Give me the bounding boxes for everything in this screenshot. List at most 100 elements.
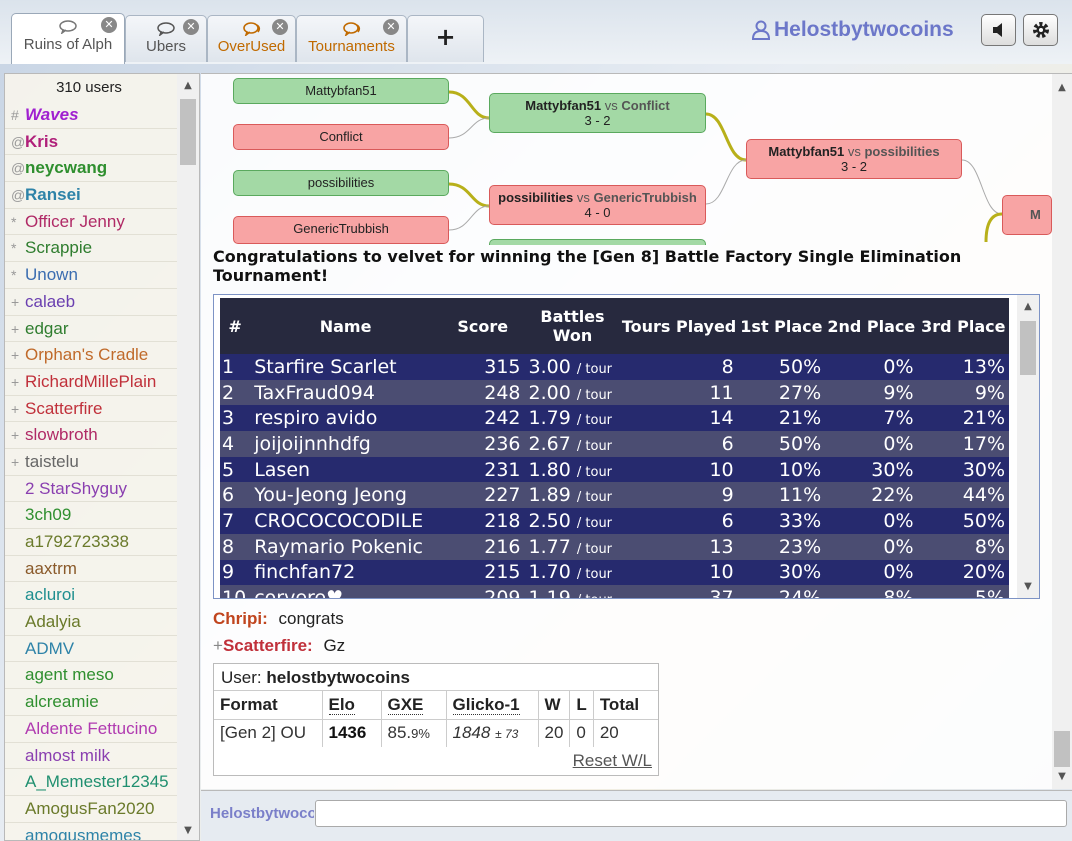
leaderboard-row: 4 joijoijnnhdfg 236 2.67 / tour 6 50% 0% 17% — [220, 431, 1009, 457]
leaderboard-cell-name: corvere♥ — [250, 585, 441, 598]
bracket-match-final[interactable]: M — [1002, 195, 1052, 235]
user-list-item[interactable]: + calaeb — [5, 289, 177, 316]
per-tour-unit: / tour — [576, 387, 613, 403]
leaderboard-cell-tours: 6 — [620, 508, 738, 534]
leaderboard-cell-rank: 7 — [220, 508, 251, 534]
scroll-up-icon[interactable]: ▲ — [1052, 82, 1072, 93]
bracket-player-mattybfan51[interactable]: Mattybfan51 — [233, 78, 449, 104]
sound-button[interactable] — [981, 14, 1016, 46]
user-list-item[interactable]: @neycwang — [5, 155, 177, 183]
leaderboard-cell-name: CROCOCOCODILE — [250, 508, 441, 534]
new-tab-button[interactable]: + — [407, 15, 484, 62]
user-menu[interactable]: Helostbytwocoins — [752, 18, 954, 42]
user-name: neycwang — [25, 158, 108, 178]
bracket-player-conflict[interactable]: Conflict — [233, 124, 449, 150]
scrollbar-thumb[interactable] — [1054, 731, 1070, 767]
chat-username[interactable]: Chripi: — [213, 609, 268, 628]
user-list-item[interactable]: ADMV — [5, 636, 177, 663]
scroll-down-icon[interactable]: ▼ — [1052, 771, 1072, 782]
scrollbar-thumb[interactable] — [180, 99, 196, 165]
user-list-item[interactable]: aaxtrm — [5, 556, 177, 583]
user-list-item[interactable]: + edgar — [5, 316, 177, 343]
user-list-item[interactable]: * Scrappie — [5, 235, 177, 263]
user-list-item[interactable]: + slowbroth — [5, 422, 177, 449]
user-list-scrollbar[interactable]: ▲ ▼ — [177, 74, 199, 840]
close-icon[interactable]: ✕ — [383, 19, 399, 35]
match-player-1: possibilities — [498, 190, 574, 205]
user-list-item[interactable]: + Scatterfire — [5, 396, 177, 423]
col-name: Name — [250, 298, 441, 354]
match-vs: vs — [604, 98, 618, 113]
match-player-1: Mattybfan51 — [768, 144, 845, 159]
col-glicko-label: Glicko-1 — [452, 694, 520, 715]
user-list-item[interactable]: 2 StarShyguy — [5, 476, 177, 503]
user-list-item[interactable]: AmogusFan2020 — [5, 796, 177, 823]
leaderboard-cell-won: 1.89 / tour — [524, 482, 621, 509]
close-icon[interactable]: ✕ — [183, 19, 199, 35]
user-list-item[interactable]: + Orphan's Cradle — [5, 342, 177, 369]
user-name: AmogusFan2020 — [25, 798, 155, 818]
leaderboard-cell-won: 2.50 / tour — [524, 508, 621, 534]
scroll-down-icon[interactable]: ▼ — [177, 825, 199, 836]
leaderboard-cell-third: 44% — [917, 482, 1009, 509]
match-player-2: Conflict — [621, 98, 670, 113]
chat-input[interactable] — [315, 800, 1067, 827]
settings-button[interactable] — [1023, 14, 1058, 46]
chat-username[interactable]: Scatterfire: — [223, 636, 313, 655]
leaderboard-cell-tours: 10 — [620, 559, 738, 586]
user-list-item[interactable]: * Unown — [5, 262, 177, 289]
leaderboard-cell-score: 216 — [440, 533, 525, 560]
user-list-item[interactable]: @Kris — [5, 129, 177, 156]
match-score: 3 - 2 — [584, 113, 611, 128]
bracket-player-possibilities[interactable]: possibilities — [233, 170, 449, 196]
chat-scrollbar[interactable]: ▲ ▼ — [1052, 74, 1072, 789]
user-list-item[interactable]: A_Memester12345 — [5, 769, 177, 796]
user-list-item[interactable]: @Ransei — [5, 182, 177, 209]
scroll-up-icon[interactable]: ▲ — [1017, 301, 1039, 312]
tab-tournaments[interactable]: Tournaments ✕ — [296, 15, 407, 62]
user-list-item[interactable]: acluroi — [5, 582, 177, 610]
user-list-item[interactable]: amogusmemes — [5, 823, 177, 840]
leaderboard-cell-name: joijoijnnhdfg — [250, 431, 441, 457]
user-rank: + — [11, 427, 20, 444]
reset-wl-button[interactable]: Reset W/L — [573, 751, 652, 771]
leaderboard-table: # Name Score Battles Won Tours Played 1s… — [220, 298, 1009, 598]
tab-ruins-of-alph[interactable]: Ruins of Alph ✕ — [11, 13, 125, 64]
bracket-match-3[interactable]: Mattybfan51 vs possibilities 3 - 2 — [746, 139, 962, 179]
col-gxe-label: GXE — [387, 694, 424, 715]
user-name: 3ch09 — [25, 505, 72, 525]
rating-row: [Gen 2] OU 1436 85.9% 1848 ± 73 20 0 20 — [214, 719, 658, 747]
leaderboard-cell-score: 218 — [440, 508, 525, 534]
battles-won-value: 3.00 — [528, 355, 571, 378]
leaderboard-cell-won: 3.00 / tour — [524, 354, 621, 380]
user-list-item[interactable]: 3ch09 — [5, 502, 177, 529]
user-list-item[interactable]: # Waves — [5, 102, 177, 129]
user-list-item[interactable]: almost milk — [5, 743, 177, 770]
user-name: alcreamie — [25, 692, 99, 712]
leaderboard-row: 1 Starfire Scarlet 315 3.00 / tour 8 50% 0% 13% — [220, 354, 1009, 380]
leaderboard-scrollbar[interactable]: ▲ ▼ — [1017, 295, 1039, 598]
scrollbar-thumb[interactable] — [1020, 321, 1036, 375]
user-list-item[interactable]: agent meso — [5, 662, 177, 690]
gear-icon — [1032, 22, 1049, 38]
user-list-item[interactable]: * Officer Jenny — [5, 209, 177, 236]
tab-ubers[interactable]: Ubers ✕ — [125, 15, 207, 62]
close-icon[interactable]: ✕ — [272, 19, 288, 35]
leaderboard-cell-name: Starfire Scarlet — [250, 354, 441, 380]
battles-won-value: 1.79 — [528, 407, 571, 430]
bracket-player-generictrubbish[interactable]: GenericTrubbish — [233, 216, 449, 244]
scroll-down-icon[interactable]: ▼ — [1017, 581, 1039, 592]
user-list-item[interactable]: + RichardMillePlain — [5, 369, 177, 396]
bracket-match-1[interactable]: Mattybfan51 vs Conflict 3 - 2 — [489, 93, 706, 133]
user-list-item[interactable]: Adalyia — [5, 609, 177, 636]
battles-won-value: 1.89 — [528, 484, 571, 507]
scroll-up-icon[interactable]: ▲ — [177, 80, 199, 91]
tab-overused[interactable]: OverUsed ✕ — [207, 15, 296, 62]
bracket-match-2[interactable]: possibilities vs GenericTrubbish 4 - 0 — [489, 185, 706, 225]
user-list-item[interactable]: alcreamie — [5, 689, 177, 716]
user-list-item[interactable]: Aldente Fettucino — [5, 716, 177, 743]
close-icon[interactable]: ✕ — [101, 17, 117, 33]
user-list-item[interactable]: + taistelu — [5, 449, 177, 476]
leaderboard-cell-tours: 8 — [620, 354, 738, 380]
user-list-item[interactable]: a1792723338 — [5, 529, 177, 556]
